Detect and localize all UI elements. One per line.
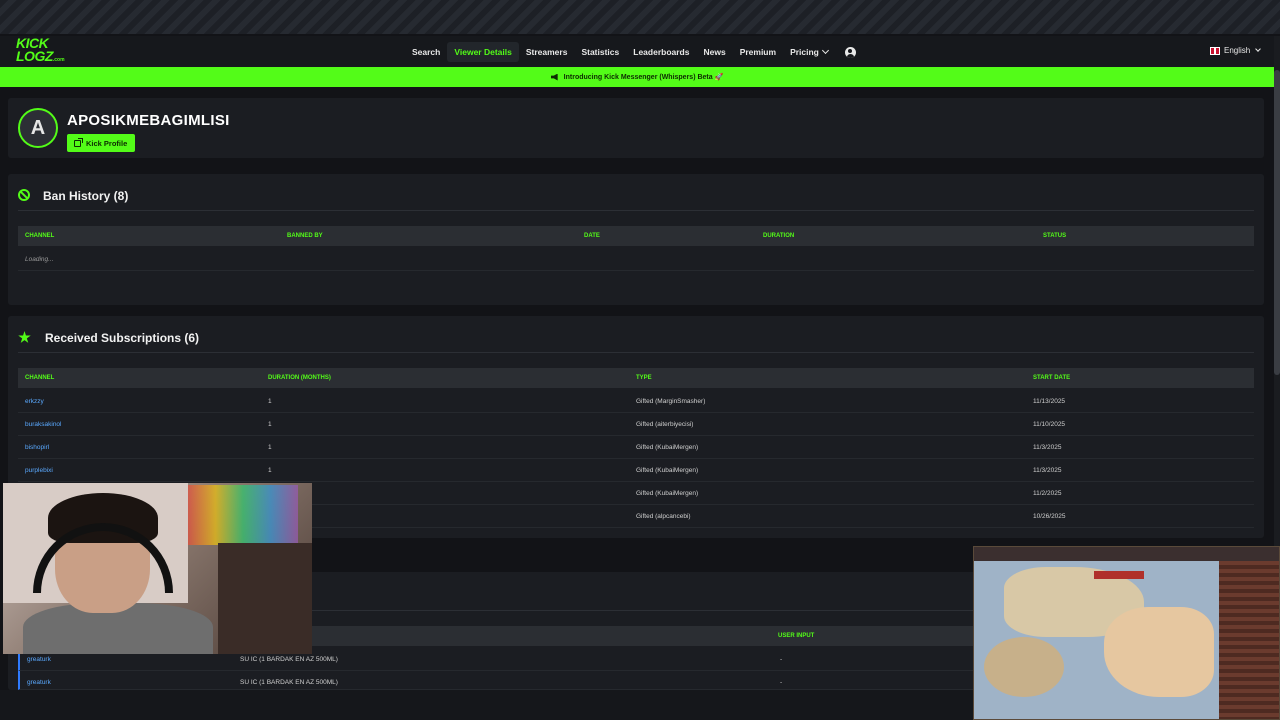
nav-statistics[interactable]: Statistics: [574, 42, 626, 62]
col-duration-months[interactable]: DURATION (MONTHS): [268, 375, 331, 381]
nav-streamers[interactable]: Streamers: [519, 42, 575, 62]
channel-link[interactable]: purplebixi: [25, 467, 53, 474]
start-date-cell: 11/3/2025: [1033, 444, 1062, 451]
table-row: purplebixi 1 Gifted (KubaiMergen) 11/3/2…: [18, 459, 1254, 482]
ban-history-table-header: CHANNEL BANNED BY DATE DURATION STATUS: [18, 226, 1254, 246]
subscriptions-title: Received Subscriptions (6): [45, 331, 200, 345]
table-row: erkzzy 1 Gifted (MarginSmasher) 11/13/20…: [18, 390, 1254, 413]
nav-premium[interactable]: Premium: [733, 42, 783, 62]
col-user-input[interactable]: USER INPUT: [778, 633, 814, 639]
user-account-icon[interactable]: [844, 46, 856, 58]
kicklogz-logo[interactable]: KICK LOGZ.com: [16, 36, 68, 65]
channel-link[interactable]: bishopirl: [25, 444, 49, 451]
channel-link[interactable]: buraksakinol: [25, 421, 62, 428]
ban-history-card: Ban History (8) CHANNEL BANNED BY DATE D…: [8, 174, 1264, 305]
kick-profile-label: Kick Profile: [86, 138, 128, 148]
start-date-cell: 11/2/2025: [1033, 490, 1062, 497]
logo-domain: .com: [52, 57, 65, 63]
col-duration[interactable]: DURATION: [763, 233, 794, 239]
user-input-cell: -: [780, 679, 783, 686]
type-cell: Gifted (alpcancebi): [636, 513, 691, 520]
avatar: A: [18, 108, 58, 148]
col-status[interactable]: STATUS: [1043, 233, 1066, 239]
divider: [18, 210, 1254, 211]
type-cell: Gifted (KubaiMergen): [636, 467, 699, 474]
star-icon: [18, 331, 31, 343]
logo-line-2: LOGZ.com: [16, 48, 65, 64]
loading-text: Loading...: [25, 256, 54, 263]
col-banned-by[interactable]: BANNED BY: [287, 233, 323, 239]
ban-icon: [18, 189, 30, 201]
browser-top-strip: [0, 0, 1280, 34]
type-cell: Gifted (aiterbiyecisi): [636, 421, 694, 428]
door: [218, 543, 312, 654]
profile-card: A APOSIKMEBAGIMLISI Kick Profile: [8, 98, 1264, 158]
col-channel[interactable]: CHANNEL: [25, 233, 54, 239]
megaphone-icon: [550, 73, 558, 81]
subscriptions-table-header: CHANNEL DURATION (MONTHS) TYPE START DAT…: [18, 368, 1254, 388]
game-banner: [1094, 571, 1144, 579]
col-type[interactable]: TYPE: [636, 375, 652, 381]
page-scrollbar-thumb[interactable]: [1274, 70, 1280, 375]
channel-link[interactable]: erkzzy: [25, 398, 44, 405]
duration-cell: 1: [268, 398, 272, 405]
table-row: buraksakinol 1 Gifted (aiterbiyecisi) 11…: [18, 413, 1254, 436]
game-map-overlay: [973, 546, 1280, 720]
user-link[interactable]: greaturk: [27, 679, 51, 686]
game-land: [1104, 607, 1214, 697]
banner-text: Introducing Kick Messenger (Whispers) Be…: [563, 74, 724, 81]
start-date-cell: 10/26/2025: [1033, 513, 1066, 520]
kick-profile-button[interactable]: Kick Profile: [67, 134, 136, 152]
divider: [18, 352, 1254, 353]
type-cell: Gifted (MarginSmasher): [636, 398, 706, 405]
nav-search[interactable]: Search: [405, 42, 447, 62]
user-input-cell: -: [780, 656, 783, 663]
ban-history-title: Ban History (8): [43, 189, 129, 203]
nav-news[interactable]: News: [696, 42, 732, 62]
rainbow-poster: [188, 485, 298, 545]
nav-viewer-details[interactable]: Viewer Details: [447, 42, 519, 62]
nav-leaderboards[interactable]: Leaderboards: [626, 42, 696, 62]
start-date-cell: 11/10/2025: [1033, 421, 1066, 428]
language-label: English: [1224, 46, 1251, 55]
game-side-panel: [1219, 561, 1279, 719]
table-row: Loading...: [18, 248, 1254, 271]
top-navbar: KICK LOGZ.com Search Viewer Details Stre…: [0, 36, 1274, 67]
type-cell: Gifted (KubaiMergen): [636, 490, 699, 497]
chevron-down-icon: [1255, 45, 1262, 52]
start-date-cell: 11/3/2025: [1033, 467, 1062, 474]
table-row: bishopirl 1 Gifted (KubaiMergen) 11/3/20…: [18, 436, 1254, 459]
profile-username: APOSIKMEBAGIMLISI: [67, 112, 230, 129]
language-selector[interactable]: English: [1210, 45, 1262, 55]
col-channel[interactable]: CHANNEL: [25, 375, 54, 381]
col-start-date[interactable]: START DATE: [1033, 375, 1070, 381]
webcam-overlay: [3, 483, 312, 654]
reward-cell: SU IC (1 BARDAK EN AZ 500ML): [240, 656, 338, 663]
chevron-down-icon: [821, 46, 829, 55]
game-land: [984, 637, 1064, 697]
type-cell: Gifted (KubaiMergen): [636, 444, 699, 451]
duration-cell: 1: [268, 444, 272, 451]
external-link-icon: [74, 137, 83, 147]
duration-cell: 1: [268, 467, 272, 474]
start-date-cell: 11/13/2025: [1033, 398, 1066, 405]
reward-cell: SU IC (1 BARDAK EN AZ 500ML): [240, 679, 338, 686]
nav-pricing[interactable]: Pricing: [783, 42, 835, 62]
announcement-banner[interactable]: Introducing Kick Messenger (Whispers) Be…: [0, 67, 1274, 87]
col-date[interactable]: DATE: [584, 233, 600, 239]
uk-flag-icon: [1210, 46, 1220, 55]
duration-cell: 1: [268, 421, 272, 428]
user-link[interactable]: greaturk: [27, 656, 51, 663]
game-top-bar: [974, 547, 1279, 561]
nav-links: Search Viewer Details Streamers Statisti…: [405, 42, 856, 62]
